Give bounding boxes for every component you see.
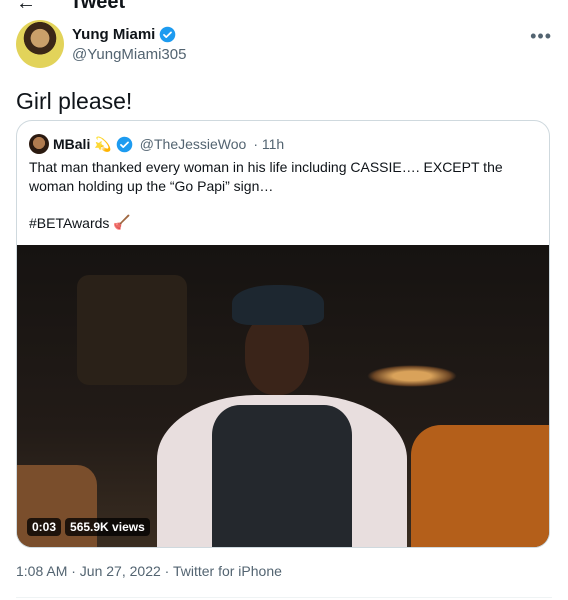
video-duration: 0:03 <box>27 518 62 536</box>
page-title: Tweet <box>70 0 126 13</box>
tweet-timestamp[interactable]: 1:08 AM · Jun 27, 2022 · Twitter for iPh… <box>16 563 282 579</box>
verified-badge-icon <box>116 136 133 152</box>
quote-time: · 11h <box>253 136 285 152</box>
quoted-tweet[interactable]: MBali 💫 @TheJessieWoo · 11h That man tha… <box>16 120 550 548</box>
video-person-vest <box>212 405 352 547</box>
author-name-row[interactable]: Yung Miami <box>72 26 176 43</box>
video-player[interactable]: 0:03 565.9K views <box>17 245 549 547</box>
video-background-lamp <box>367 365 457 387</box>
quote-author-name: MBali <box>53 136 91 152</box>
video-background-shelf <box>77 275 187 385</box>
quote-text: That man thanked every woman in his life… <box>29 159 503 194</box>
verified-badge-icon <box>160 26 176 43</box>
quote-hashtag-row: #BETAwards 🪠 <box>29 214 131 231</box>
author-handle[interactable]: @YungMiami305 <box>72 46 186 63</box>
author-name[interactable]: Yung Miami <box>72 26 155 43</box>
divider <box>16 597 552 598</box>
tweet-author: Yung Miami @YungMiami305 ••• <box>16 20 552 68</box>
video-chair-right <box>411 425 549 547</box>
author-avatar[interactable] <box>16 20 64 68</box>
quote-author-avatar <box>29 134 49 154</box>
plunger-emoji-icon: 🪠 <box>113 214 131 230</box>
more-options-icon[interactable]: ••• <box>530 26 552 47</box>
video-views: 565.9K views <box>65 518 150 536</box>
quote-author-handle: @TheJessieWoo <box>139 136 247 152</box>
tweet-text: Girl please! <box>16 88 133 114</box>
quote-hashtag: #BETAwards <box>29 214 110 231</box>
video-person-hat <box>232 285 324 325</box>
video-person-head <box>245 315 309 395</box>
back-arrow-icon[interactable]: ← <box>16 0 36 15</box>
sparkle-emoji-icon: 💫 <box>94 135 112 152</box>
video-badges: 0:03 565.9K views <box>27 518 150 536</box>
quote-header: MBali 💫 @TheJessieWoo · 11h <box>29 134 284 154</box>
